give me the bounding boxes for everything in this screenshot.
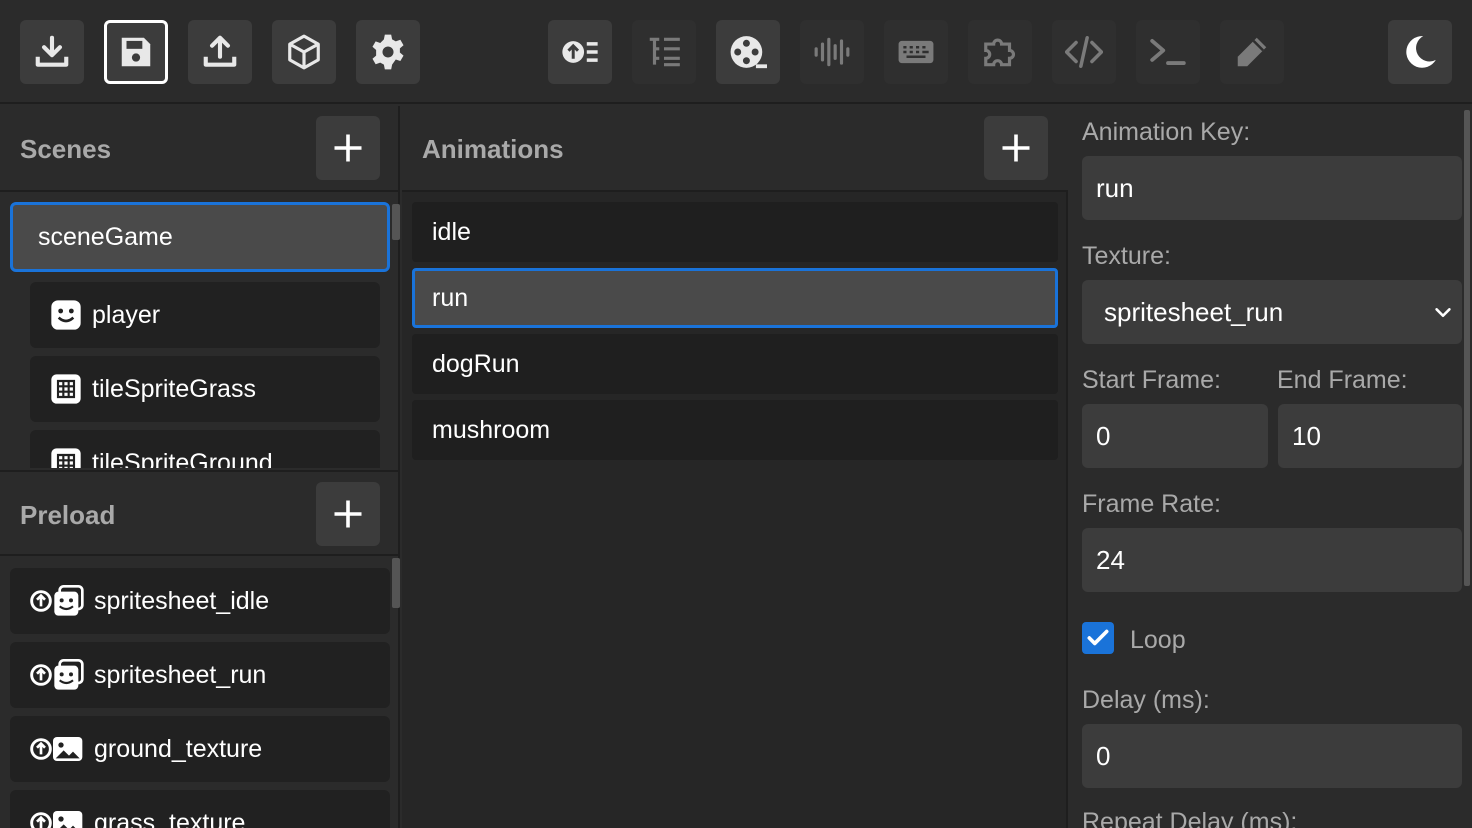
plus-icon <box>334 134 362 162</box>
animation-key-input[interactable]: run <box>1082 156 1462 220</box>
preload-tool-button[interactable] <box>548 20 612 84</box>
puzzle-icon <box>984 38 1016 67</box>
texture-select-value: spritesheet_run <box>1104 296 1284 327</box>
upload-image-icon <box>30 737 83 761</box>
texture-select[interactable]: spritesheet_run <box>1082 280 1462 344</box>
toolbar <box>0 0 1472 104</box>
cube-button[interactable] <box>272 20 336 84</box>
scene-child-label: tileSpriteGrass <box>92 374 256 403</box>
scenes-scrollbar[interactable] <box>392 204 400 240</box>
frame-rate-label: Frame Rate: <box>1082 490 1221 518</box>
loop-checkbox[interactable] <box>1082 622 1114 654</box>
preload-item[interactable]: spritesheet_run <box>10 642 390 708</box>
preload-list: spritesheet_idle spritesheet_run ground_… <box>0 558 400 828</box>
grid-icon <box>51 448 81 468</box>
left-sidebar: Scenes sceneGame player tileSpriteGrass … <box>0 106 400 828</box>
animations-panel-header: Animations <box>402 106 1068 192</box>
download-icon <box>35 35 69 67</box>
preload-label: grass_texture <box>94 808 246 828</box>
scene-label: sceneGame <box>38 222 173 251</box>
film-reel-icon <box>730 36 767 69</box>
moon-icon <box>1406 36 1436 68</box>
end-frame-input[interactable]: 10 <box>1278 404 1462 468</box>
texture-label: Texture: <box>1082 242 1171 270</box>
properties-panel: Animation Key: run Texture: spritesheet_… <box>1070 106 1472 828</box>
loop-label: Loop <box>1130 626 1186 654</box>
preload-item[interactable]: ground_texture <box>10 716 390 782</box>
add-scene-button[interactable] <box>316 116 380 180</box>
grid-icon <box>51 374 81 404</box>
animation-item[interactable]: idle <box>412 202 1058 262</box>
animation-key-label: Animation Key: <box>1082 118 1251 146</box>
preload-panel-header: Preload <box>0 470 400 556</box>
audio-tool-button[interactable] <box>800 20 864 84</box>
upload-spritesheet-icon <box>30 585 84 616</box>
settings-button[interactable] <box>356 20 420 84</box>
delay-label: Delay (ms): <box>1082 686 1210 714</box>
add-preload-button[interactable] <box>316 482 380 546</box>
smiley-icon <box>51 300 81 330</box>
animation-item[interactable]: mushroom <box>412 400 1058 460</box>
scenes-list: sceneGame player tileSpriteGrass tileSpr… <box>0 194 400 468</box>
scene-child-item[interactable]: tileSpriteGround <box>30 430 380 468</box>
pencil-icon <box>1237 37 1267 67</box>
save-button[interactable] <box>104 20 168 84</box>
preload-item[interactable]: grass_texture <box>10 790 390 828</box>
scene-child-item[interactable]: player <box>30 282 380 348</box>
scenes-panel-header: Scenes <box>0 106 400 192</box>
scene-child-label: player <box>92 300 161 329</box>
preload-title: Preload <box>20 500 116 530</box>
audio-wave-icon <box>814 37 850 67</box>
keyboard-icon <box>898 40 934 64</box>
upload-icon <box>203 35 237 67</box>
upload-button[interactable] <box>188 20 252 84</box>
animation-item-selected[interactable]: run <box>412 268 1058 328</box>
animation-item[interactable]: dogRun <box>412 334 1058 394</box>
preload-label: spritesheet_run <box>94 660 267 689</box>
scene-child-label: tileSpriteGround <box>92 448 273 469</box>
hierarchy-tool-button[interactable] <box>632 20 696 84</box>
code-icon <box>1065 36 1103 68</box>
upload-image-icon <box>30 811 83 828</box>
edit-tool-button[interactable] <box>1220 20 1284 84</box>
cube-icon <box>288 34 320 70</box>
start-frame-input[interactable]: 0 <box>1082 404 1268 468</box>
preload-item[interactable]: spritesheet_idle <box>10 568 390 634</box>
frame-rate-input[interactable]: 24 <box>1082 528 1462 592</box>
terminal-tool-button[interactable] <box>1136 20 1200 84</box>
preload-scrollbar[interactable] <box>392 558 400 608</box>
download-button[interactable] <box>20 20 84 84</box>
preload-label: ground_texture <box>94 734 263 763</box>
plus-icon <box>1002 134 1030 162</box>
terminal-icon <box>1150 39 1186 65</box>
theme-toggle-button[interactable] <box>1388 20 1452 84</box>
checkmark-icon <box>1087 629 1109 646</box>
preload-label: spritesheet_idle <box>94 586 270 615</box>
chevron-down-icon <box>1435 308 1451 318</box>
gear-icon <box>372 34 404 70</box>
start-frame-label: Start Frame: <box>1082 366 1221 394</box>
save-icon <box>121 37 151 67</box>
plugins-tool-button[interactable] <box>968 20 1032 84</box>
end-frame-label: End Frame: <box>1277 366 1408 394</box>
properties-scrollbar[interactable] <box>1464 110 1470 586</box>
upload-list-icon <box>562 41 598 63</box>
add-animation-button[interactable] <box>984 116 1048 180</box>
upload-spritesheet-icon <box>30 659 84 690</box>
animations-title: Animations <box>422 134 564 164</box>
animations-panel: Animations idle run dogRun mushroom <box>402 106 1068 828</box>
scene-item-selected[interactable]: sceneGame <box>10 202 390 272</box>
scenes-title: Scenes <box>20 134 112 164</box>
scene-child-item[interactable]: tileSpriteGrass <box>30 356 380 422</box>
repeat-delay-label: Repeat Delay (ms): <box>1082 808 1298 828</box>
code-tool-button[interactable] <box>1052 20 1116 84</box>
tree-list-icon <box>649 37 680 67</box>
input-tool-button[interactable] <box>884 20 948 84</box>
animation-tool-button[interactable] <box>716 20 780 84</box>
delay-input[interactable]: 0 <box>1082 724 1462 788</box>
plus-icon <box>334 500 362 528</box>
